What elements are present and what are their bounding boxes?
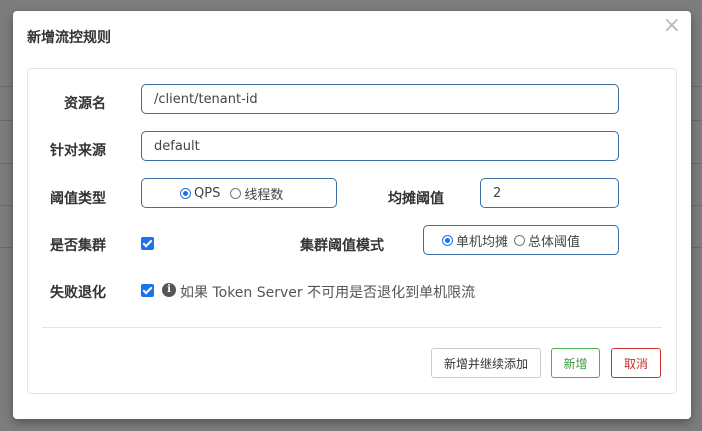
fallback-checkbox[interactable] — [141, 284, 154, 297]
info-icon: i — [162, 283, 176, 297]
footer-divider — [42, 327, 662, 328]
radio-total[interactable] — [514, 234, 526, 246]
threshold-type-label: 阈值类型 — [50, 191, 106, 207]
radio-threads[interactable] — [230, 187, 242, 199]
radio-option-total[interactable]: 总体阈值 — [514, 231, 580, 250]
origin-input[interactable] — [141, 131, 619, 161]
threshold-type-radio-group: QPS 线程数 — [141, 178, 337, 208]
resource-input[interactable] — [141, 84, 619, 114]
radio-threads-label: 线程数 — [244, 187, 284, 203]
close-icon[interactable]: × — [663, 15, 681, 37]
radio-avg[interactable] — [442, 234, 453, 246]
fallback-label: 失败退化 — [50, 285, 106, 301]
dialog-title: 新增流控规则 — [27, 30, 111, 46]
cluster-label: 是否集群 — [50, 238, 106, 254]
avg-threshold-label: 均摊阈值 — [388, 191, 444, 207]
add-button[interactable]: 新增 — [551, 348, 600, 378]
origin-label: 针对来源 — [50, 143, 106, 159]
radio-option-threads[interactable]: 线程数 — [230, 184, 283, 203]
cluster-mode-label: 集群阈值模式 — [300, 238, 384, 254]
add-and-continue-button[interactable]: 新增并继续添加 — [431, 348, 541, 378]
resource-label: 资源名 — [64, 96, 106, 112]
avg-threshold-input[interactable] — [480, 178, 619, 208]
radio-option-avg[interactable]: 单机均摊 — [442, 231, 508, 250]
cluster-checkbox[interactable] — [141, 237, 154, 250]
radio-option-qps[interactable]: QPS — [180, 186, 220, 201]
radio-qps[interactable] — [180, 187, 191, 199]
radio-total-label: 总体阈值 — [528, 234, 581, 250]
radio-avg-label: 单机均摊 — [456, 234, 509, 250]
cluster-mode-radio-group: 单机均摊 总体阈值 — [423, 225, 619, 255]
add-flow-rule-dialog: 新增流控规则 × 资源名 针对来源 阈值类型 QPS 线程数 均摊阈值 是否集群… — [13, 11, 691, 419]
radio-qps-label: QPS — [194, 185, 221, 201]
cancel-button[interactable]: 取消 — [611, 348, 661, 378]
fallback-hint: 如果 Token Server 不可用是否退化到单机限流 — [180, 285, 476, 301]
